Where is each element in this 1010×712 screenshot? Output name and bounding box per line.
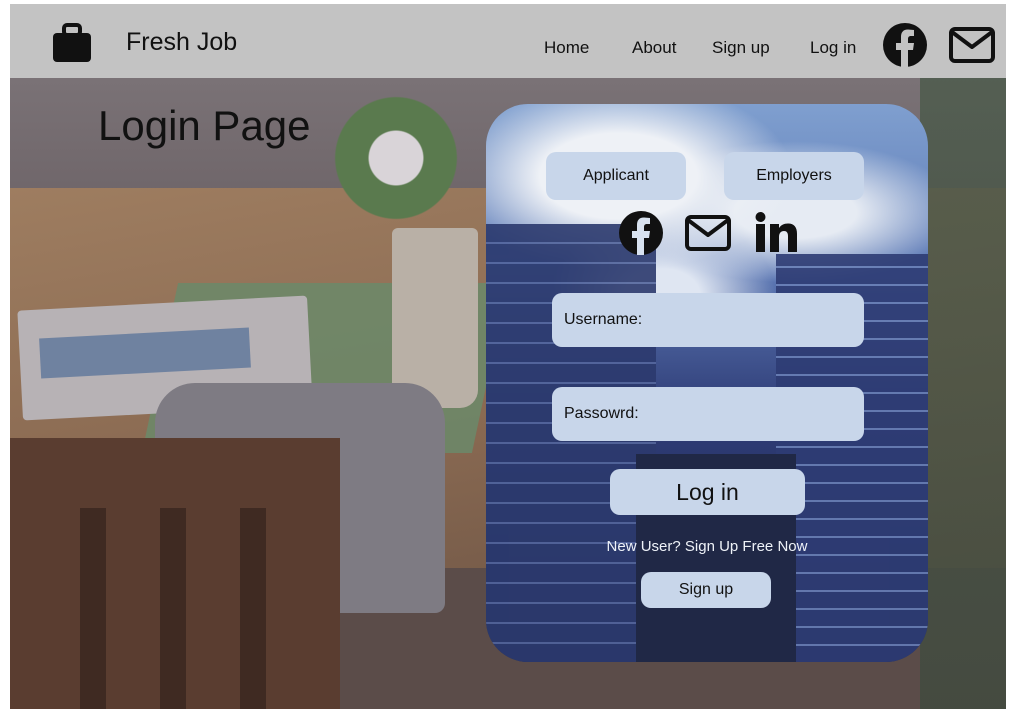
applicant-button[interactable]: Applicant (546, 152, 686, 200)
page-title: Login Page (98, 102, 311, 149)
brand-name[interactable]: Fresh Job (126, 28, 237, 57)
mail-icon[interactable] (684, 214, 732, 252)
nav-link-about[interactable]: About (632, 38, 676, 58)
login-button-label: Log in (676, 478, 739, 505)
top-navbar: Fresh Job Home About Sign up Log in (10, 4, 1006, 78)
nav-link-login[interactable]: Log in (810, 38, 856, 58)
new-user-text: New User? Sign Up Free Now (606, 538, 808, 555)
facebook-icon[interactable] (882, 22, 928, 68)
app-frame: Fresh Job Home About Sign up Log in Logi… (10, 4, 1006, 709)
briefcase-icon[interactable] (51, 22, 93, 64)
mail-icon[interactable] (948, 26, 996, 64)
nav-link-home[interactable]: Home (544, 38, 589, 58)
nav-link-signup[interactable]: Sign up (712, 38, 770, 58)
signup-button-label: Sign up (678, 581, 734, 598)
signup-button[interactable]: Sign up (641, 572, 771, 608)
password-field[interactable]: Passowrd: (552, 387, 864, 441)
applicant-label: Applicant (583, 167, 649, 184)
username-label: Username: (564, 311, 643, 328)
login-card: Applicant Employers Username: Passowrd: … (486, 104, 928, 662)
password-label: Passowrd: (564, 405, 639, 422)
employers-button[interactable]: Employers (724, 152, 864, 200)
employers-label: Employers (756, 167, 832, 184)
login-button[interactable]: Log in (610, 469, 805, 515)
facebook-icon[interactable] (618, 210, 664, 256)
linkedin-icon[interactable] (754, 212, 798, 254)
username-field[interactable]: Username: (552, 293, 864, 347)
